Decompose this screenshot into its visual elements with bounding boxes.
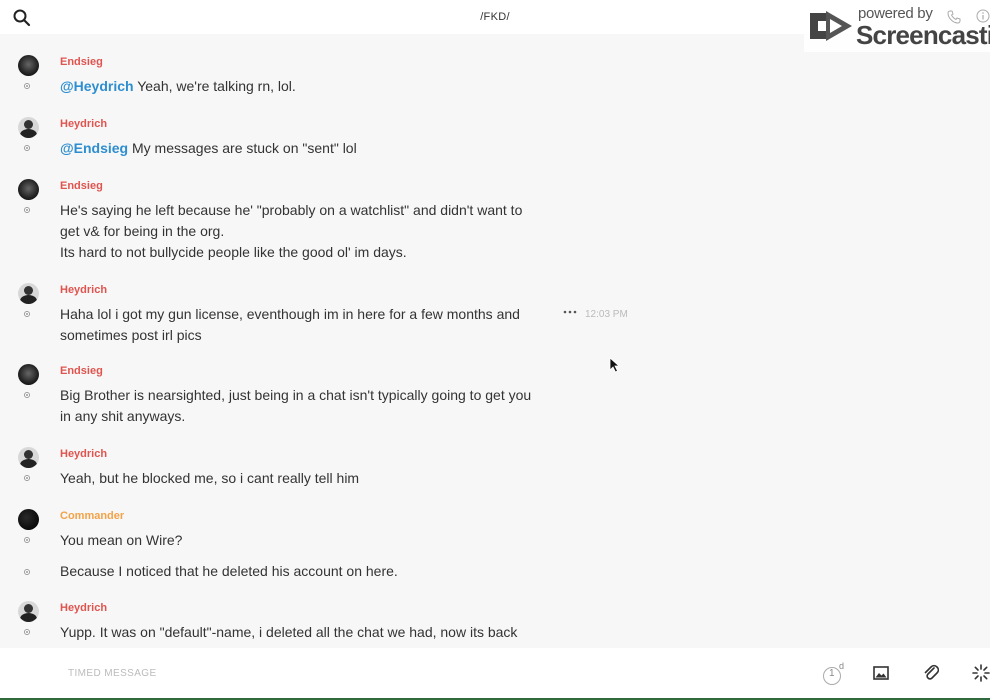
timer-count: 1 — [829, 668, 835, 679]
avatar[interactable] — [18, 509, 39, 530]
delivery-status-icon — [24, 629, 30, 635]
sender-name[interactable]: Heydrich — [60, 602, 107, 614]
sender-name[interactable]: Endsieg — [60, 180, 103, 192]
phone-icon[interactable] — [947, 10, 961, 24]
sender-name[interactable]: Heydrich — [60, 448, 107, 460]
delivery-status-icon — [24, 569, 30, 575]
delivery-status-icon — [24, 83, 30, 89]
delivery-status-icon — [24, 207, 30, 213]
info-icon[interactable] — [976, 9, 990, 23]
sender-name[interactable]: Commander — [60, 510, 124, 522]
message-text: You mean on Wire? — [60, 532, 183, 548]
sender-name[interactable]: Endsieg — [60, 56, 103, 68]
message-text: Haha lol i got my gun license, eventhoug… — [60, 306, 520, 322]
message-list[interactable]: Endsieg @Heydrich Yeah, we're talking rn… — [0, 34, 990, 648]
sender-name[interactable]: Heydrich — [60, 284, 107, 296]
sender-name[interactable]: Heydrich — [60, 118, 107, 130]
avatar[interactable] — [18, 179, 39, 200]
mention[interactable]: @Heydrich — [60, 78, 134, 94]
delivery-status-icon — [24, 311, 30, 317]
paperclip-icon[interactable] — [923, 664, 939, 682]
mouse-cursor-icon — [609, 357, 621, 373]
avatar[interactable] — [18, 55, 39, 76]
timer-button[interactable]: 1 d — [822, 661, 846, 686]
avatar[interactable] — [18, 447, 39, 468]
image-icon[interactable] — [873, 665, 889, 681]
mention[interactable]: @Endsieg — [60, 140, 128, 156]
composer-bar: TIMED MESSAGE 1 d — [0, 648, 990, 698]
sender-name[interactable]: Endsieg — [60, 365, 103, 377]
message-text: Yeah, but he blocked me, so i cant reall… — [60, 470, 360, 486]
more-dots-icon[interactable] — [563, 309, 577, 315]
avatar[interactable] — [18, 283, 39, 304]
avatar[interactable] — [18, 364, 39, 385]
avatar[interactable] — [18, 601, 39, 622]
message-text: in any shit anyways. — [60, 408, 186, 424]
delivery-status-icon — [24, 145, 30, 151]
delivery-status-icon — [24, 475, 30, 481]
ping-icon[interactable] — [972, 664, 990, 682]
message-text: @Heydrich Yeah, we're talking rn, lol. — [60, 78, 296, 94]
message-text: Big Brother is nearsighted, just being i… — [60, 387, 532, 403]
delivery-status-icon — [24, 392, 30, 398]
delivery-status-icon — [24, 537, 30, 543]
message-text: Yupp. It was on "default"-name, i delete… — [60, 624, 518, 640]
message-text: sometimes post irl pics — [60, 327, 202, 343]
timer-unit: d — [839, 661, 845, 671]
message-timestamp: 12:03 PM — [585, 309, 628, 320]
message-text: Because I noticed that he deleted his ac… — [60, 563, 398, 579]
avatar[interactable] — [18, 117, 39, 138]
message-text: @Endsieg My messages are stuck on "sent"… — [60, 140, 357, 156]
message-text: He's saying he left because he' "probabl… — [60, 202, 523, 218]
message-input[interactable]: TIMED MESSAGE — [68, 668, 157, 679]
message-text: Its hard to not bullycide people like th… — [60, 244, 407, 260]
message-text: get v& for being in the org. — [60, 223, 225, 239]
